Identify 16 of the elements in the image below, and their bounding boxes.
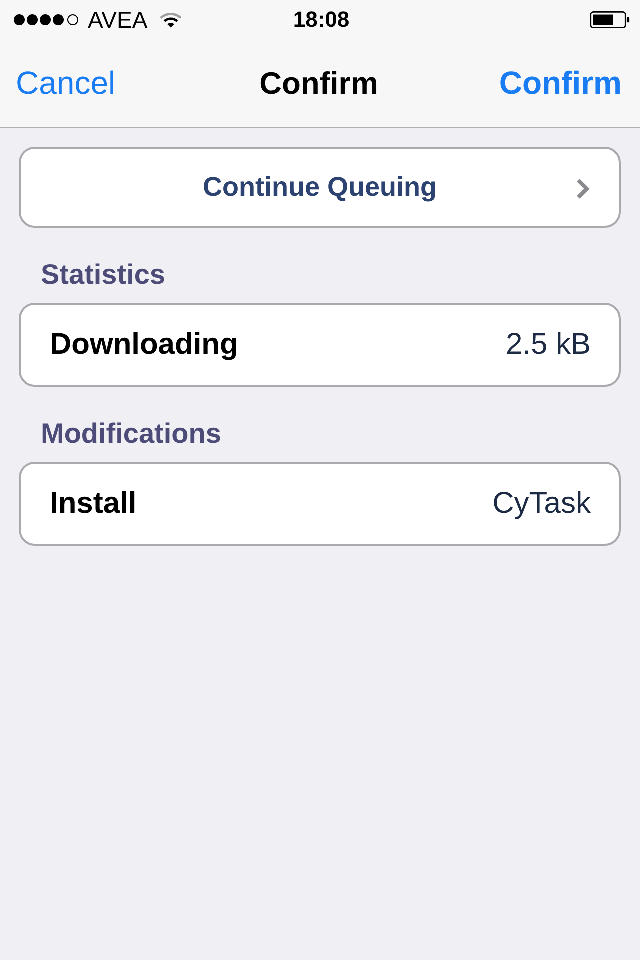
cancel-button[interactable]: Cancel: [16, 65, 116, 102]
chevron-icon: [576, 178, 590, 200]
wifi-icon: [160, 12, 182, 28]
battery-icon: [590, 11, 630, 29]
nav-title: Confirm: [260, 66, 378, 102]
continue-queuing-button[interactable]: Continue Queuing: [19, 147, 621, 228]
row-label: Downloading: [50, 328, 238, 362]
confirm-button[interactable]: Confirm: [499, 65, 622, 102]
signal-strength-icon: [13, 14, 80, 26]
row-label: Install: [50, 487, 137, 521]
carrier-name: AVEA: [88, 6, 148, 34]
row-value: 2.5 kB: [506, 328, 591, 362]
row-value: CyTask: [492, 487, 591, 521]
status-time: 18:08: [293, 7, 350, 33]
section-header: Statistics: [41, 259, 166, 291]
section-header: Modifications: [41, 418, 222, 450]
